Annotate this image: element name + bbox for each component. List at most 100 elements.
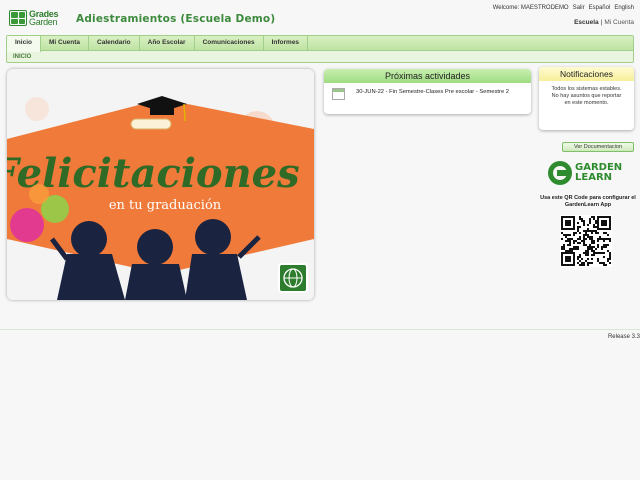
qr-module (609, 254, 611, 256)
qr-module (567, 234, 569, 236)
qr-module (571, 248, 573, 250)
qr-module (581, 240, 583, 242)
qr-module (569, 240, 571, 242)
qr-module (609, 252, 611, 254)
qr-module (583, 238, 585, 240)
tab-comunicaciones[interactable]: Comunicaciones (195, 36, 264, 50)
qr-module (605, 264, 607, 266)
grades-garden-logo[interactable]: Grades Garden (9, 9, 65, 27)
qr-module (603, 240, 605, 242)
graduation-banner: Felicitaciones en tu graduación (7, 69, 314, 300)
qr-module (561, 232, 563, 234)
qr-module (577, 242, 579, 244)
qr-module (565, 234, 567, 236)
view-documentation-button[interactable]: Ver Documentacion (562, 142, 634, 152)
qr-module (567, 238, 569, 240)
qr-module (579, 226, 581, 228)
tab-informes[interactable]: Informes (264, 36, 309, 50)
qr-module (587, 248, 589, 250)
qr-module (567, 240, 569, 242)
qr-module (591, 262, 593, 264)
qr-module (605, 238, 607, 240)
qr-module (595, 226, 597, 228)
qr-module (583, 230, 585, 232)
qr-module (577, 248, 579, 250)
qr-module (569, 250, 571, 252)
list-item[interactable]: 30-JUN-22 - Fin Semestre-Clases Pre esco… (324, 83, 531, 100)
qr-caption: Usa este QR Code para configurar el Gard… (540, 195, 636, 208)
qr-module (583, 244, 585, 246)
gardenlearn-logo[interactable]: GARDEN LEARN (548, 157, 628, 189)
qr-module (597, 232, 599, 234)
qr-module (603, 252, 605, 254)
globe-icon (278, 263, 308, 293)
qr-module (583, 252, 585, 254)
tab-ano-escolar[interactable]: Año Escolar (140, 36, 195, 50)
qr-module (583, 264, 585, 266)
notifications-panel: Notificaciones Todos los sistemas establ… (539, 67, 634, 130)
qr-module (587, 230, 589, 232)
top-links: Welcome: MAESTRODEMO Salir Español Engli… (493, 5, 634, 11)
tab-mi-cuenta[interactable]: Mi Cuenta (41, 36, 90, 50)
qr-module (591, 248, 593, 250)
qr-module (589, 238, 591, 240)
my-account-link[interactable]: Mi Cuenta (604, 19, 634, 26)
school-link[interactable]: Escuela (574, 19, 599, 26)
qr-module (585, 260, 587, 262)
language-spanish-link[interactable]: Español (589, 5, 611, 11)
qr-module (609, 238, 611, 240)
qr-module (589, 218, 591, 220)
qr-module (583, 242, 585, 244)
qr-module (569, 242, 571, 244)
qr-module (565, 240, 567, 242)
qr-module (587, 262, 589, 264)
qr-module (569, 234, 571, 236)
qr-module (579, 216, 581, 218)
qr-module (577, 262, 579, 264)
gardenlearn-logo-icon (548, 161, 572, 185)
qr-module (579, 254, 581, 256)
qr-module (577, 256, 579, 258)
qr-module (593, 216, 595, 218)
qr-module (591, 246, 593, 248)
qr-module (597, 240, 599, 242)
qr-module (587, 252, 589, 254)
qr-module (591, 258, 593, 260)
qr-module (599, 262, 601, 264)
qr-module (575, 232, 577, 234)
qr-module (575, 248, 577, 250)
qr-module (593, 224, 595, 226)
qr-module (573, 240, 575, 242)
qr-module (603, 232, 605, 234)
qr-module (595, 252, 597, 254)
qr-module (591, 254, 593, 256)
qr-module (601, 248, 603, 250)
qr-module (587, 224, 589, 226)
banner-subline: en tu graduación (109, 198, 222, 213)
qr-module (561, 246, 563, 248)
qr-module (593, 250, 595, 252)
qr-module (581, 258, 583, 260)
balloon-orange (29, 184, 49, 204)
qr-module (577, 238, 579, 240)
qr-module (609, 258, 611, 260)
qr-module (591, 238, 593, 240)
school-links-separator: | (600, 19, 603, 26)
logout-link[interactable]: Salir (573, 5, 585, 11)
qr-module (573, 242, 575, 244)
upcoming-activities-header: Próximas actividades (324, 69, 531, 83)
language-english-link[interactable]: English (614, 5, 634, 11)
qr-module (593, 246, 595, 248)
banner-headline: Felicitaciones (7, 150, 300, 197)
qr-module (599, 236, 601, 238)
tab-calendario[interactable]: Calendario (89, 36, 140, 50)
qr-module (585, 252, 587, 254)
qr-module (605, 246, 607, 248)
qr-module (573, 248, 575, 250)
qr-module (569, 244, 571, 246)
qr-module (583, 240, 585, 242)
qr-module (595, 220, 597, 222)
qr-module (585, 230, 587, 232)
qr-module (591, 242, 593, 244)
tab-inicio[interactable]: Inicio (7, 36, 41, 52)
